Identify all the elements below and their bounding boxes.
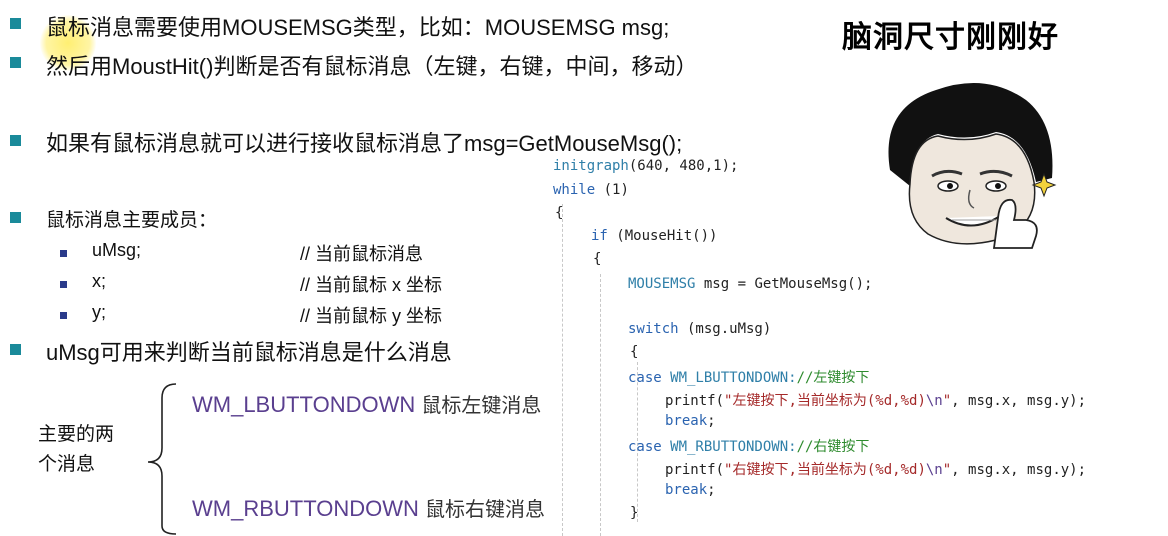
rbutton-message: WM_RBUTTONDOWN 鼠标右键消息 [192,493,545,522]
code-keyword: case [628,370,662,386]
bullet-marker [10,212,21,223]
member-comment: // 当前鼠标 y 坐标 [300,306,443,326]
bullet-mousemsg-type: 鼠标消息需要使用MOUSEMSG类型，比如：MOUSEMSG msg; [46,15,670,40]
code-line: } [630,505,639,521]
code-line: { [555,205,564,221]
code-text: , msg.x, msg.y); [951,462,1087,478]
sub-bullet-marker [60,312,67,319]
code-line: while (1) [553,182,629,198]
code-line: initgraph(640, 480,1); [553,158,738,174]
code-escape: \n [925,393,943,409]
rbutton-name: WM_RBUTTONDOWN [192,496,419,521]
messages-label: 主要的两 个消息 [38,420,114,480]
code-line: case WM_LBUTTONDOWN://左键按下 [628,367,869,387]
code-keyword: break [665,482,708,498]
code-text: (MouseHit()) [607,228,718,244]
code-keyword: if [591,228,608,244]
code-fn: printf( [665,462,725,478]
code-keyword: switch [628,321,679,337]
code-line: printf("右键按下,当前坐标为(%d,%d)\n", msg.x, msg… [665,459,1086,479]
lbutton-name: WM_LBUTTONDOWN [192,392,416,417]
code-text: (msg.uMsg) [678,321,772,337]
indent-guide [562,204,563,536]
code-line: printf("左键按下,当前坐标为(%d,%d)\n", msg.x, msg… [665,390,1086,410]
lbutton-message: WM_LBUTTONDOWN 鼠标左键消息 [192,389,541,418]
member-comment: // 当前鼠标消息 [300,244,424,264]
code-escape: \n [925,462,943,478]
code-line: break; [665,482,716,498]
bullet-members-heading: 鼠标消息主要成员： [46,210,218,231]
code-text: ; [707,413,716,429]
code-line: { [630,344,639,360]
bullet-marker [10,344,21,355]
code-comment: //左键按下 [796,370,870,386]
code-string: " [942,393,952,409]
lbutton-desc: 鼠标左键消息 [421,395,542,417]
code-string: " [942,462,952,478]
code-fn: printf( [665,393,725,409]
sub-bullet-marker [60,250,67,257]
code-keyword: while [553,182,596,198]
bullet-umsg-usage: uMsg可用来判断当前鼠标消息是什么消息 [46,340,452,365]
code-constant: WM_LBUTTONDOWN: [661,370,797,386]
messages-label-line: 主要的两 [38,424,115,445]
rbutton-desc: 鼠标右键消息 [425,499,546,521]
code-type: MOUSEMSG [628,276,696,292]
member-name: y; [92,302,107,322]
indent-guide [600,274,601,536]
code-text: msg = GetMouseMsg(); [695,276,873,292]
code-string: "右键按下,当前坐标为(%d,%d) [724,462,926,478]
member-name: uMsg; [92,240,142,260]
code-block: initgraph(640, 480,1); while (1) { if (M… [553,152,1165,536]
code-line: switch (msg.uMsg) [628,321,771,337]
code-fn: initgraph [553,158,629,174]
sub-bullet-marker [60,281,67,288]
code-keyword: break [665,413,708,429]
bullet-marker [10,18,21,29]
code-text: (1) [595,182,629,198]
code-line: if (MouseHit()) [591,228,717,244]
code-constant: WM_RBUTTONDOWN: [661,439,797,455]
meme-title: 脑洞尺寸刚刚好 [842,20,1059,55]
code-text: , msg.x, msg.y); [951,393,1087,409]
code-string: "左键按下,当前坐标为(%d,%d) [724,393,926,409]
member-comment: // 当前鼠标 x 坐标 [300,275,443,295]
code-line: break; [665,413,716,429]
bullet-marker [10,135,21,146]
code-line: MOUSEMSG msg = GetMouseMsg(); [628,276,872,292]
curly-brace [147,383,177,535]
messages-label-line: 个消息 [38,454,96,475]
code-line: { [593,251,602,267]
code-text: (640, 480,1); [628,158,739,174]
code-text: ; [707,482,716,498]
code-line: case WM_RBUTTONDOWN://右键按下 [628,436,869,456]
bullet-mousehit: 然后用MoustHit()判断是否有鼠标消息（左键，右键，中间，移动） [46,54,698,79]
member-name: x; [92,271,107,291]
bullet-marker [10,57,21,68]
code-comment: //右键按下 [796,439,870,455]
code-keyword: case [628,439,662,455]
